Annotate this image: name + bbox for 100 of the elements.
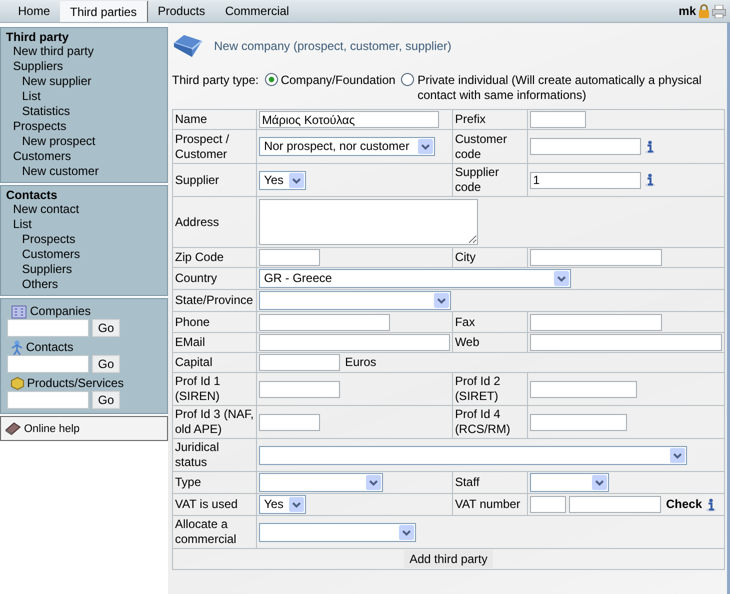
- text-field[interactable]: [530, 138, 641, 155]
- address-field[interactable]: [258, 199, 478, 245]
- search-label: Companies: [30, 304, 91, 318]
- menu-item[interactable]: New prospect: [22, 134, 96, 148]
- dropdown[interactable]: [258, 473, 383, 492]
- dropdown[interactable]: [258, 446, 687, 464]
- radio-label: Private individual (Will create automatically a physical contact with same informations): [417, 73, 703, 103]
- field-label: Prof Id 4 (RCS/RM): [454, 407, 510, 436]
- field-label: Web: [454, 335, 480, 349]
- book-icon: [5, 422, 21, 435]
- text-field[interactable]: 1: [530, 172, 641, 188]
- field-label: Prof Id 2 (SIRET): [454, 374, 500, 403]
- text-field[interactable]: [258, 380, 340, 398]
- menu-item[interactable]: Statistics: [22, 104, 70, 118]
- text-field[interactable]: [530, 334, 722, 351]
- search-field[interactable]: [7, 391, 89, 409]
- chevron-down-icon: [366, 475, 381, 490]
- text-field[interactable]: [258, 354, 340, 371]
- menu-item[interactable]: List: [13, 217, 32, 231]
- dropdown[interactable]: GR - Greece: [258, 269, 571, 288]
- menu-item[interactable]: List: [22, 89, 41, 103]
- dropdown[interactable]: [530, 473, 609, 492]
- search-field[interactable]: [7, 355, 89, 373]
- dropdown[interactable]: [258, 291, 451, 310]
- search-label: Contacts: [26, 340, 74, 354]
- menu-item[interactable]: Customers: [22, 247, 80, 261]
- field-label: Supplier: [175, 172, 220, 186]
- menu-item[interactable]: Suppliers: [13, 59, 64, 73]
- field-label: Country: [175, 271, 218, 285]
- dropdown[interactable]: Yes: [258, 170, 306, 190]
- field-label: Customer code: [454, 132, 507, 160]
- unit-label: Euros: [344, 355, 376, 370]
- field-label: Supplier code: [454, 165, 499, 194]
- text-field[interactable]: [258, 334, 450, 351]
- go-button[interactable]: Go: [92, 355, 120, 373]
- field-label: City: [454, 250, 476, 264]
- chevron-down-icon: [288, 172, 304, 188]
- menu-item[interactable]: Prospects: [13, 119, 66, 133]
- field-label: Zip Code: [175, 250, 224, 264]
- nav-tab[interactable]: Home: [8, 0, 60, 22]
- text-field[interactable]: [530, 314, 662, 330]
- go-button[interactable]: Go: [92, 319, 120, 337]
- search-label: Products/Services: [27, 376, 124, 390]
- dropdown[interactable]: Nor prospect, nor customer: [258, 137, 435, 156]
- nav-tab[interactable]: Products: [148, 0, 216, 22]
- field-label: Prospect / Customer: [175, 132, 230, 160]
- text-field[interactable]: [530, 249, 662, 266]
- nav-tab[interactable]: Third parties: [60, 1, 148, 22]
- text-field[interactable]: [258, 249, 320, 266]
- dropdown[interactable]: [258, 522, 416, 542]
- text-field[interactable]: [530, 380, 637, 398]
- text-field[interactable]: [530, 111, 586, 128]
- online-help-link[interactable]: Online help: [24, 422, 80, 434]
- field-label: Capital: [175, 355, 212, 369]
- lock-icon[interactable]: [698, 4, 710, 18]
- field-label: Phone: [175, 314, 210, 328]
- radio-button[interactable]: [401, 73, 414, 86]
- chevron-down-icon: [418, 139, 433, 154]
- text-field[interactable]: [530, 414, 627, 430]
- chevron-down-icon: [554, 271, 569, 286]
- radio-button[interactable]: [264, 73, 278, 86]
- field-label: VAT is used: [175, 497, 238, 511]
- info-icon[interactable]: [644, 140, 656, 154]
- nav-tab[interactable]: Commercial: [215, 0, 300, 22]
- field-label: Juridical status: [175, 440, 220, 469]
- menu-item[interactable]: New customer: [22, 164, 99, 178]
- chevron-down-icon: [288, 497, 304, 512]
- text-field[interactable]: Μάριος Κοτούλας: [258, 111, 439, 128]
- menu-item[interactable]: Customers: [13, 149, 72, 163]
- page-title: New company (prospect, customer, supplier): [214, 39, 452, 53]
- menu-item[interactable]: Others: [22, 277, 58, 291]
- field-label: Address: [175, 214, 220, 228]
- info-icon[interactable]: [644, 173, 656, 187]
- printer-icon[interactable]: [712, 4, 726, 18]
- field-label: EMail: [175, 335, 206, 349]
- field-label: VAT number: [454, 497, 520, 511]
- user-login[interactable]: mk: [678, 4, 696, 18]
- field-label: Name: [175, 112, 208, 126]
- field-label: Staff: [454, 475, 480, 489]
- folder-icon: [172, 33, 204, 59]
- menu-item[interactable]: New third party: [13, 44, 94, 58]
- text-field[interactable]: [569, 496, 661, 513]
- search-field[interactable]: [7, 319, 89, 337]
- menu-item[interactable]: New contact: [13, 202, 80, 216]
- text-field[interactable]: [258, 314, 390, 330]
- field-label: Prefix: [454, 112, 486, 126]
- go-button[interactable]: Go: [92, 391, 120, 409]
- menu-item[interactable]: Suppliers: [22, 262, 72, 276]
- info-icon[interactable]: [705, 498, 718, 512]
- menu-heading[interactable]: Third party: [1, 30, 167, 44]
- text-field[interactable]: [530, 496, 566, 513]
- dropdown[interactable]: Yes: [258, 495, 306, 514]
- check-link[interactable]: Check: [666, 497, 702, 512]
- text-field[interactable]: [258, 414, 320, 430]
- add-third-party-button[interactable]: Add third party: [404, 550, 493, 568]
- menu-item[interactable]: New supplier: [22, 74, 92, 88]
- field-label: Prof Id 1 (SIREN): [175, 374, 220, 403]
- menu-heading[interactable]: Contacts: [1, 188, 167, 202]
- menu-item[interactable]: Prospects: [22, 232, 76, 246]
- field-label: Fax: [454, 314, 475, 328]
